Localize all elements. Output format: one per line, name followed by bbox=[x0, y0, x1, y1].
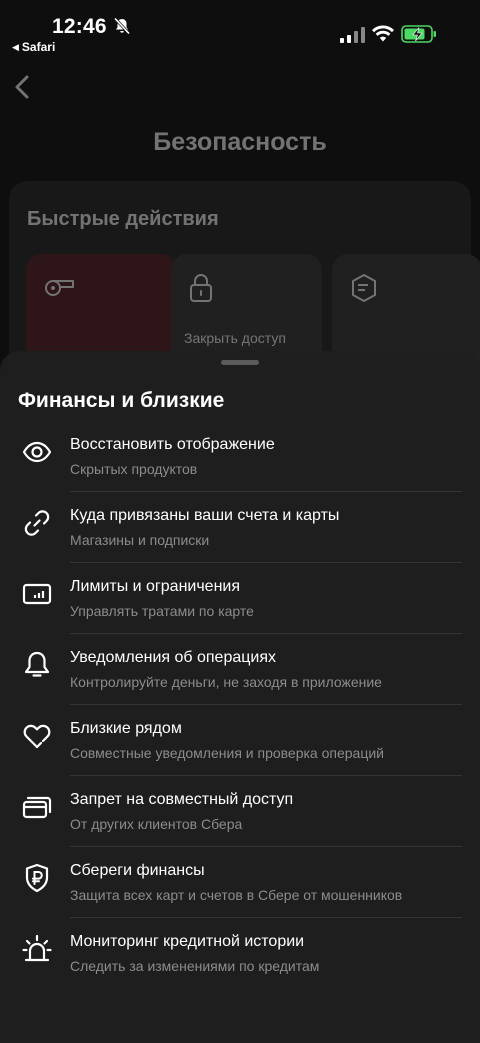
mute-icon bbox=[113, 17, 131, 35]
tile-label: Закрыть доступ bbox=[184, 330, 286, 346]
menu-item-subtitle: Следить за изменениями по кредитам bbox=[70, 958, 320, 974]
finance-bottom-sheet: Финансы и близкие Восстановить отображен… bbox=[0, 351, 480, 1043]
status-time: 12:46 bbox=[52, 15, 107, 38]
screen: 12:46 ◀ Safari Безопасность Быстрые дейс… bbox=[0, 0, 480, 1043]
menu-item-close-ones[interactable]: Близкие рядом Совместные уведомления и п… bbox=[0, 705, 480, 776]
whistle-icon bbox=[45, 280, 74, 296]
back-chevron-icon[interactable] bbox=[12, 74, 32, 100]
limits-chart-icon bbox=[22, 583, 52, 605]
menu-item-operation-notifications[interactable]: Уведомления об операциях Контролируйте д… bbox=[0, 634, 480, 705]
ruble-shield-icon bbox=[25, 863, 49, 893]
menu-item-joint-access-ban[interactable]: Запрет на совместный доступ От других кл… bbox=[0, 776, 480, 847]
menu-item-title: Близкие рядом bbox=[70, 720, 182, 737]
menu-item-title: Восстановить отображение bbox=[70, 436, 275, 453]
status-bar: 12:46 ◀ Safari bbox=[0, 0, 480, 60]
back-to-safari-link[interactable]: ◀ Safari bbox=[12, 40, 55, 54]
lock-icon bbox=[190, 274, 212, 302]
menu-item-subtitle: Магазины и подписки bbox=[70, 532, 210, 548]
page-title: Безопасность bbox=[153, 128, 327, 156]
menu-item-title: Лимиты и ограничения bbox=[70, 578, 241, 595]
menu-item-subtitle: Скрытых продуктов bbox=[70, 461, 198, 477]
back-app-label: Safari bbox=[21, 40, 56, 54]
menu-item-subtitle: Управлять тратами по карте bbox=[70, 603, 254, 619]
sheet-title: Финансы и близкие bbox=[18, 389, 225, 412]
menu-item-title: Сбереги финансы bbox=[70, 862, 205, 879]
menu-item-title: Мониторинг кредитной истории bbox=[70, 933, 305, 950]
link-icon bbox=[24, 510, 50, 536]
menu-item-title: Куда привязаны ваши счета и карты bbox=[70, 507, 340, 524]
menu-item-credit-monitoring[interactable]: Мониторинг кредитной истории Следить за … bbox=[0, 918, 480, 989]
menu-item-subtitle: От других клиентов Сбера bbox=[70, 816, 243, 832]
eye-icon bbox=[22, 441, 52, 463]
cards-icon bbox=[22, 796, 52, 819]
menu-item-subtitle: Совместные уведомления и проверка операц… bbox=[70, 745, 384, 761]
menu-item-restore-display[interactable]: Восстановить отображение Скрытых продукт… bbox=[0, 421, 480, 492]
shield-lines-icon bbox=[352, 274, 376, 302]
back-triangle-icon: ◀ bbox=[12, 42, 19, 52]
menu-item-limits[interactable]: Лимиты и ограничения Управлять тратами п… bbox=[0, 563, 480, 634]
heart-icon bbox=[23, 724, 51, 749]
menu-item-linked-accounts[interactable]: Куда привязаны ваши счета и карты Магази… bbox=[0, 492, 480, 563]
sheet-grabber-handle[interactable] bbox=[221, 360, 259, 365]
siren-icon bbox=[22, 934, 52, 962]
menu-item-save-finances[interactable]: Сбереги финансы Защита всех карт и счето… bbox=[0, 847, 480, 918]
menu-item-subtitle: Контролируйте деньги, не заходя в прилож… bbox=[70, 674, 382, 690]
menu-item-title: Запрет на совместный доступ bbox=[70, 791, 294, 808]
menu-list: Восстановить отображение Скрытых продукт… bbox=[0, 421, 480, 989]
wifi-icon bbox=[372, 25, 394, 42]
menu-item-title: Уведомления об операциях bbox=[70, 649, 277, 666]
bell-icon bbox=[24, 651, 50, 677]
battery-charging-icon bbox=[401, 25, 436, 43]
signal-icon bbox=[340, 27, 365, 43]
menu-item-subtitle: Защита всех карт и счетов в Сбере от мош… bbox=[70, 887, 403, 903]
quick-actions-title: Быстрые действия bbox=[27, 208, 219, 230]
